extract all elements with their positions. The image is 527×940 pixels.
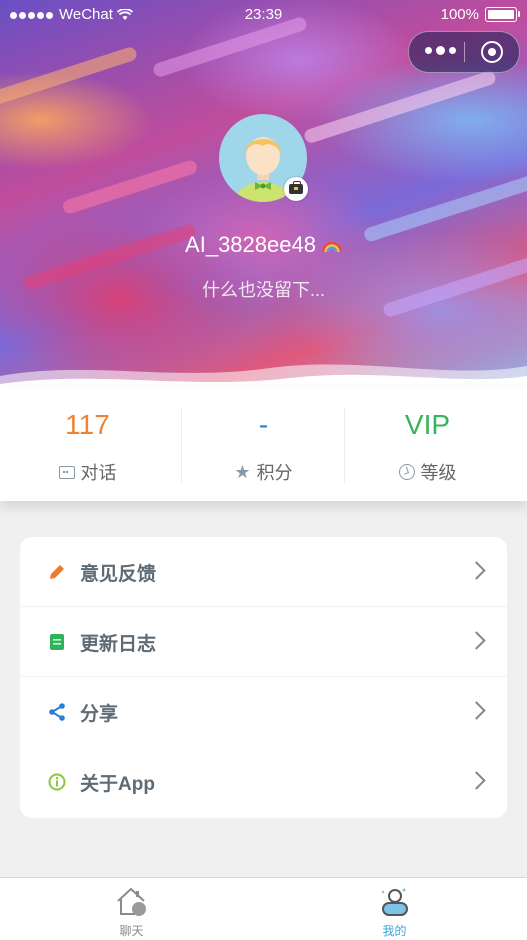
menu-item-changelog[interactable]: 更新日志 [20,607,507,677]
chevron-right-icon [467,631,486,650]
profile-header-banner: WeChat 23:39 100% AI_3828ee48 什么也没留下... [0,0,527,387]
battery-status: 100% [440,6,520,23]
stat-label: 对话 [80,463,117,483]
tab-bar: 聊天 我的 [0,877,527,940]
stat-label-row: 对话 [0,459,175,485]
pencil-icon [50,565,64,579]
chevron-right-icon [467,561,486,580]
username: AI_3828ee48 [185,232,316,257]
home-chat-icon [117,887,146,916]
tab-label: 聊天 [119,924,144,938]
settings-menu: 意见反馈 更新日志 分享 关于App [20,537,507,818]
menu-item-label: 意见反馈 [80,564,157,585]
menu-item-label: 关于App [80,774,155,795]
chevron-right-icon [467,701,486,720]
miniprogram-capsule [408,31,520,73]
chevron-right-icon [467,771,486,790]
star-icon: ★ [234,462,251,482]
username-row: AI_3828ee48 [0,232,527,258]
stat-label: 积分 [256,463,293,483]
tab-label: 我的 [382,924,407,938]
menu-item-label: 更新日志 [80,634,157,655]
battery-percent: 100% [440,6,479,23]
banner-streak [61,158,199,216]
profile-bio: 什么也没留下... [201,280,325,300]
status-bar: WeChat 23:39 100% [0,0,527,30]
rainbow-icon [321,242,342,253]
battery-icon [485,7,520,22]
stat-label: 等级 [420,463,457,483]
close-miniprogram-icon[interactable] [481,41,503,63]
level-icon [398,464,415,480]
badge-briefcase-icon [284,177,308,201]
share-icon [49,703,65,721]
tab-profile[interactable]: 我的 [263,878,526,940]
stat-label-row: ★ 积分 [176,459,351,485]
stat-value: VIP [404,409,451,440]
banner-streak [0,45,139,109]
menu-item-share[interactable]: 分享 [20,677,507,747]
capsule-divider [464,42,465,62]
notebook-icon [50,634,64,650]
info-icon [48,773,66,791]
profile-icon [381,888,408,916]
stat-value: 117 [65,409,110,440]
menu-item-label: 分享 [80,704,119,725]
chat-icon [58,465,75,479]
menu-item-feedback[interactable]: 意见反馈 [20,537,507,607]
stats-panel: 117 对话 - ★ 积分 VIP 等级 [0,387,527,501]
more-icon[interactable] [425,46,456,55]
stat-level[interactable]: VIP 等级 [340,387,515,501]
tab-chat[interactable]: 聊天 [0,878,263,940]
stat-points[interactable]: - ★ 积分 [176,387,351,501]
menu-item-about[interactable]: 关于App [20,747,507,817]
stat-value: - [258,409,269,440]
banner-streak [302,69,498,145]
banner-wave [0,364,527,387]
stat-label-row: 等级 [340,459,515,485]
stat-conversations[interactable]: 117 对话 [0,387,175,501]
